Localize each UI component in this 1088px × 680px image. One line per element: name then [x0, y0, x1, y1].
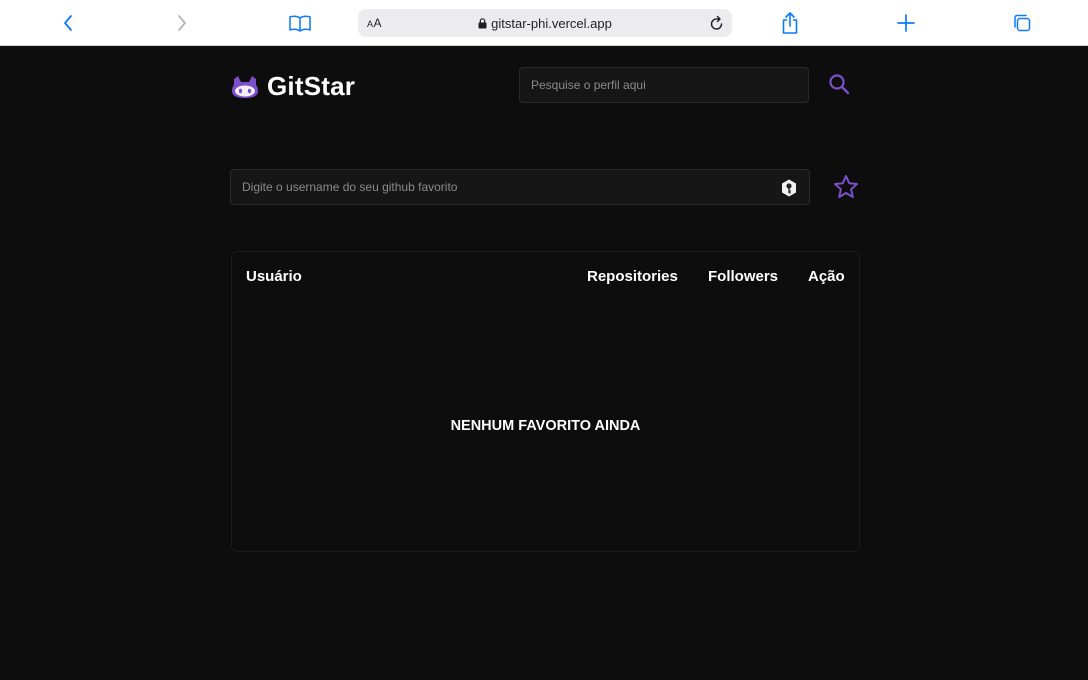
address-url-wrap: gitstar-phi.vercel.app: [358, 16, 732, 31]
tabs-overview-button[interactable]: [1008, 9, 1036, 37]
app-title: GitStar: [267, 71, 356, 101]
column-header-followers: Followers: [708, 268, 779, 285]
app-logo[interactable]: GitStar: [231, 71, 355, 102]
new-tab-button[interactable]: [892, 9, 920, 37]
forward-button[interactable]: [168, 9, 196, 37]
reload-button[interactable]: [708, 13, 726, 38]
bookmarks-button[interactable]: [286, 9, 314, 37]
column-header-usuario: Usuário: [246, 268, 302, 285]
github-cat-icon: [232, 75, 258, 98]
favorite-username-field[interactable]: [230, 169, 810, 205]
empty-state-message: NENHUM FAVORITO AINDA: [450, 418, 641, 434]
new-tab-icon: [897, 14, 915, 32]
lock-icon: [478, 18, 487, 29]
page-content: GitStar Usuário Repositories Followers A…: [1, 47, 1088, 680]
share-icon: [782, 12, 798, 34]
reload-icon: [710, 15, 723, 30]
favorite-username-input[interactable]: [231, 170, 809, 204]
bookmarks-icon: [289, 15, 311, 32]
share-button[interactable]: [776, 9, 804, 37]
tabs-icon: [1014, 14, 1031, 32]
browser-toolbar: AA gitstar-phi.vercel.app: [0, 0, 1088, 46]
search-icon: [829, 74, 850, 95]
back-icon: [64, 15, 72, 31]
star-icon: [834, 175, 858, 198]
column-header-acao: Ação: [808, 268, 845, 285]
password-manager-icon[interactable]: [781, 179, 797, 197]
address-url: gitstar-phi.vercel.app: [491, 16, 612, 31]
search-button[interactable]: [827, 72, 851, 96]
address-bar[interactable]: AA gitstar-phi.vercel.app: [358, 9, 732, 37]
back-button[interactable]: [54, 9, 82, 37]
favorites-table: Usuário Repositories Followers Ação NENH…: [231, 251, 860, 552]
column-header-repositories: Repositories: [587, 268, 678, 285]
forward-icon: [178, 15, 186, 31]
add-favorite-button[interactable]: [833, 174, 859, 200]
profile-search-input[interactable]: [519, 67, 809, 103]
